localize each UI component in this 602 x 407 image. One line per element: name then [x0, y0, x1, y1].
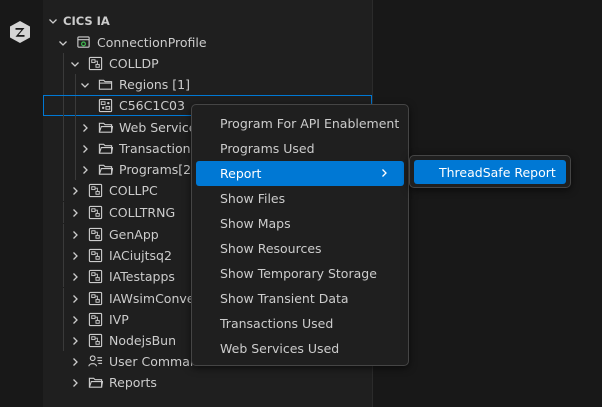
region-node-icon: [87, 56, 103, 72]
chevron-right-icon: [67, 183, 83, 199]
chevron-down-icon: [77, 77, 93, 93]
menu-item-show-files[interactable]: Show Files: [196, 186, 404, 211]
tree-item-label: IATestapps: [109, 269, 175, 284]
tree-item-colldp[interactable]: COLLDP: [43, 53, 372, 74]
menu-item-label: Transactions Used: [220, 316, 334, 331]
chevron-right-icon: [67, 248, 83, 264]
menu-item-web-services-used[interactable]: Web Services Used: [196, 336, 404, 361]
region-node-icon: [87, 205, 103, 221]
report-submenu: ThreadSafe Report: [409, 155, 571, 188]
tree-item-reports[interactable]: Reports: [43, 372, 372, 393]
chevron-down-icon: [45, 13, 61, 29]
region-node-icon: [87, 227, 103, 243]
tree-item-label: Programs[2]: [119, 162, 196, 177]
menu-item-programs-used[interactable]: Programs Used: [196, 136, 404, 161]
region-node-icon: [87, 269, 103, 285]
menu-item-program-for-api-enablement[interactable]: Program For API Enablement: [196, 111, 404, 136]
tree-item-label: COLLPC: [109, 183, 158, 198]
activity-bar: [0, 0, 43, 407]
menu-item-label: Web Services Used: [220, 341, 340, 356]
menu-item-report[interactable]: Report: [196, 161, 404, 186]
section-header-cics-ia[interactable]: CICS IA: [43, 10, 372, 31]
chevron-right-icon: [67, 354, 83, 370]
menu-item-label: Program For API Enablement: [220, 116, 400, 131]
tree-item-connection-profile[interactable]: ConnectionProfile: [43, 32, 372, 53]
menu-item-threadsafe-report[interactable]: ThreadSafe Report: [414, 160, 566, 184]
region-node-icon: [87, 248, 103, 264]
menu-item-label: Show Files: [220, 191, 286, 206]
folder-icon: [97, 77, 113, 93]
chevron-right-icon: [77, 141, 93, 157]
user-command-flow-icon: [87, 354, 103, 370]
chevron-right-icon: [77, 162, 93, 178]
region-node-icon: [87, 183, 103, 199]
context-menu: Program For API Enablement Programs Used…: [191, 104, 409, 366]
menu-item-transactions-used[interactable]: Transactions Used: [196, 311, 404, 336]
chevron-down-icon: [67, 56, 83, 72]
chevron-right-icon: [67, 312, 83, 328]
chevron-right-icon: [67, 333, 83, 349]
menu-item-show-resources[interactable]: Show Resources: [196, 236, 404, 261]
menu-item-show-transient-data[interactable]: Show Transient Data: [196, 286, 404, 311]
tree-item-label: COLLTRNG: [109, 205, 176, 220]
tree-item-label: Reports: [109, 375, 157, 390]
chevron-right-icon: [382, 169, 387, 177]
menu-item-label: Programs Used: [220, 141, 315, 156]
tree-item-label: COLLDP: [109, 56, 159, 71]
chevron-right-icon: [77, 120, 93, 136]
region-node-icon: [87, 333, 103, 349]
tree-item-label: NodejsBun: [109, 333, 177, 348]
menu-item-label: Show Resources: [220, 241, 322, 256]
tree-item-regions[interactable]: Regions [1]: [43, 74, 372, 95]
tree-item-label: IACiujtsq2: [109, 248, 172, 263]
menu-item-label: Show Transient Data: [220, 291, 349, 306]
folder-icon: [97, 120, 113, 136]
chevron-down-icon: [55, 35, 71, 51]
tree-item-label: IVP: [109, 312, 129, 327]
section-title: CICS IA: [63, 13, 110, 28]
menu-item-show-maps[interactable]: Show Maps: [196, 211, 404, 236]
chevron-right-icon: [67, 205, 83, 221]
region-node-icon: [87, 291, 103, 307]
tree-item-label: Regions [1]: [119, 77, 190, 92]
chevron-right-icon: [67, 291, 83, 307]
menu-item-label: Show Maps: [220, 216, 291, 231]
menu-item-label: ThreadSafe Report: [439, 164, 556, 180]
folder-open-icon: [87, 375, 103, 391]
connection-profile-icon: [75, 35, 91, 51]
tree-item-label: C56C1C03: [119, 98, 185, 113]
folder-icon: [97, 141, 113, 157]
chevron-right-icon: [67, 375, 83, 391]
chevron-right-icon: [67, 227, 83, 243]
menu-item-show-temporary-storage[interactable]: Show Temporary Storage: [196, 261, 404, 286]
tree-item-label: ConnectionProfile: [97, 35, 207, 50]
zowe-logo-icon[interactable]: [8, 20, 32, 44]
region-icon: [97, 98, 113, 114]
region-node-icon: [87, 312, 103, 328]
menu-item-label: Show Temporary Storage: [220, 266, 377, 281]
folder-icon: [97, 162, 113, 178]
tree-item-label: GenApp: [109, 227, 159, 242]
chevron-right-icon: [67, 269, 83, 285]
menu-item-label: Report: [220, 166, 262, 181]
